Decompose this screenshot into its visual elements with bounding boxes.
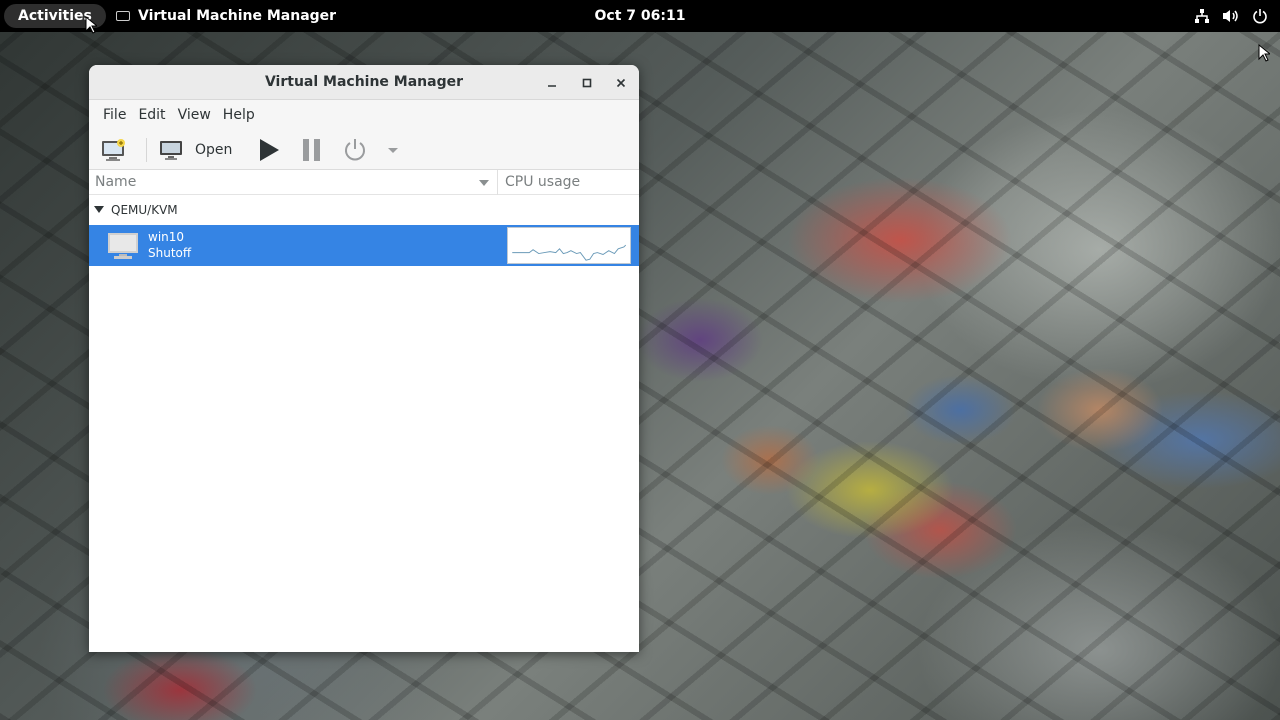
- column-header-name[interactable]: Name: [89, 170, 498, 195]
- mouse-cursor-icon: [1258, 44, 1270, 62]
- expander-arrow-icon[interactable]: [94, 206, 104, 214]
- pause-button[interactable]: [301, 135, 323, 165]
- vm-monitor-icon: [108, 233, 138, 259]
- toolbar: Open: [89, 130, 639, 170]
- vm-name: win10: [148, 230, 185, 244]
- shutdown-menu-button[interactable]: [387, 135, 399, 165]
- menu-view[interactable]: View: [172, 100, 217, 130]
- power-icon[interactable]: [1252, 8, 1268, 24]
- vm-list-empty-area: [89, 266, 639, 652]
- run-button[interactable]: [257, 135, 281, 165]
- minimize-button[interactable]: [541, 72, 563, 94]
- sort-arrow-icon[interactable]: [478, 179, 490, 187]
- play-icon: [260, 139, 279, 161]
- system-tray[interactable]: [1194, 0, 1268, 32]
- window-titlebar[interactable]: Virtual Machine Manager: [89, 65, 639, 100]
- menu-edit[interactable]: Edit: [132, 100, 171, 130]
- menu-file[interactable]: File: [97, 100, 132, 130]
- new-vm-icon: [102, 139, 125, 161]
- new-vm-button[interactable]: [101, 135, 127, 165]
- toolbar-separator: [146, 138, 147, 162]
- app-menu[interactable]: Virtual Machine Manager: [116, 0, 336, 32]
- close-icon: [616, 78, 626, 88]
- close-button[interactable]: [610, 72, 632, 94]
- shutdown-button[interactable]: [343, 135, 367, 165]
- open-button[interactable]: Open: [159, 135, 232, 165]
- maximize-button[interactable]: [576, 72, 598, 94]
- virt-manager-window: Virtual Machine Manager File Edit View H…: [89, 65, 639, 652]
- volume-icon[interactable]: [1222, 8, 1240, 24]
- top-bar: Activities Virtual Machine Manager Oct 7…: [0, 0, 1280, 32]
- menu-bar: File Edit View Help: [89, 100, 639, 130]
- mouse-cursor-icon: [85, 16, 97, 34]
- connection-row-qemu-kvm[interactable]: QEMU/KVM: [89, 195, 639, 225]
- vm-row-win10[interactable]: win10 Shutoff: [89, 225, 639, 266]
- monitor-icon: [160, 141, 182, 160]
- vm-status: Shutoff: [148, 246, 192, 260]
- cpu-usage-graph: [507, 227, 631, 264]
- app-menu-label: Virtual Machine Manager: [138, 8, 337, 24]
- power-icon: [345, 139, 365, 161]
- network-icon[interactable]: [1194, 8, 1210, 24]
- pause-icon: [303, 139, 320, 161]
- vm-list-header: Name CPU usage: [89, 170, 639, 195]
- maximize-icon: [582, 78, 592, 88]
- open-button-label: Open: [195, 142, 233, 158]
- clock[interactable]: Oct 7 06:11: [595, 8, 686, 24]
- virt-manager-app-icon: [116, 11, 130, 21]
- chevron-down-icon: [388, 148, 398, 153]
- connection-label: QEMU/KVM: [111, 203, 178, 217]
- column-header-cpu-usage[interactable]: CPU usage: [505, 170, 580, 195]
- menu-help[interactable]: Help: [217, 100, 261, 130]
- minimize-icon: [548, 85, 556, 87]
